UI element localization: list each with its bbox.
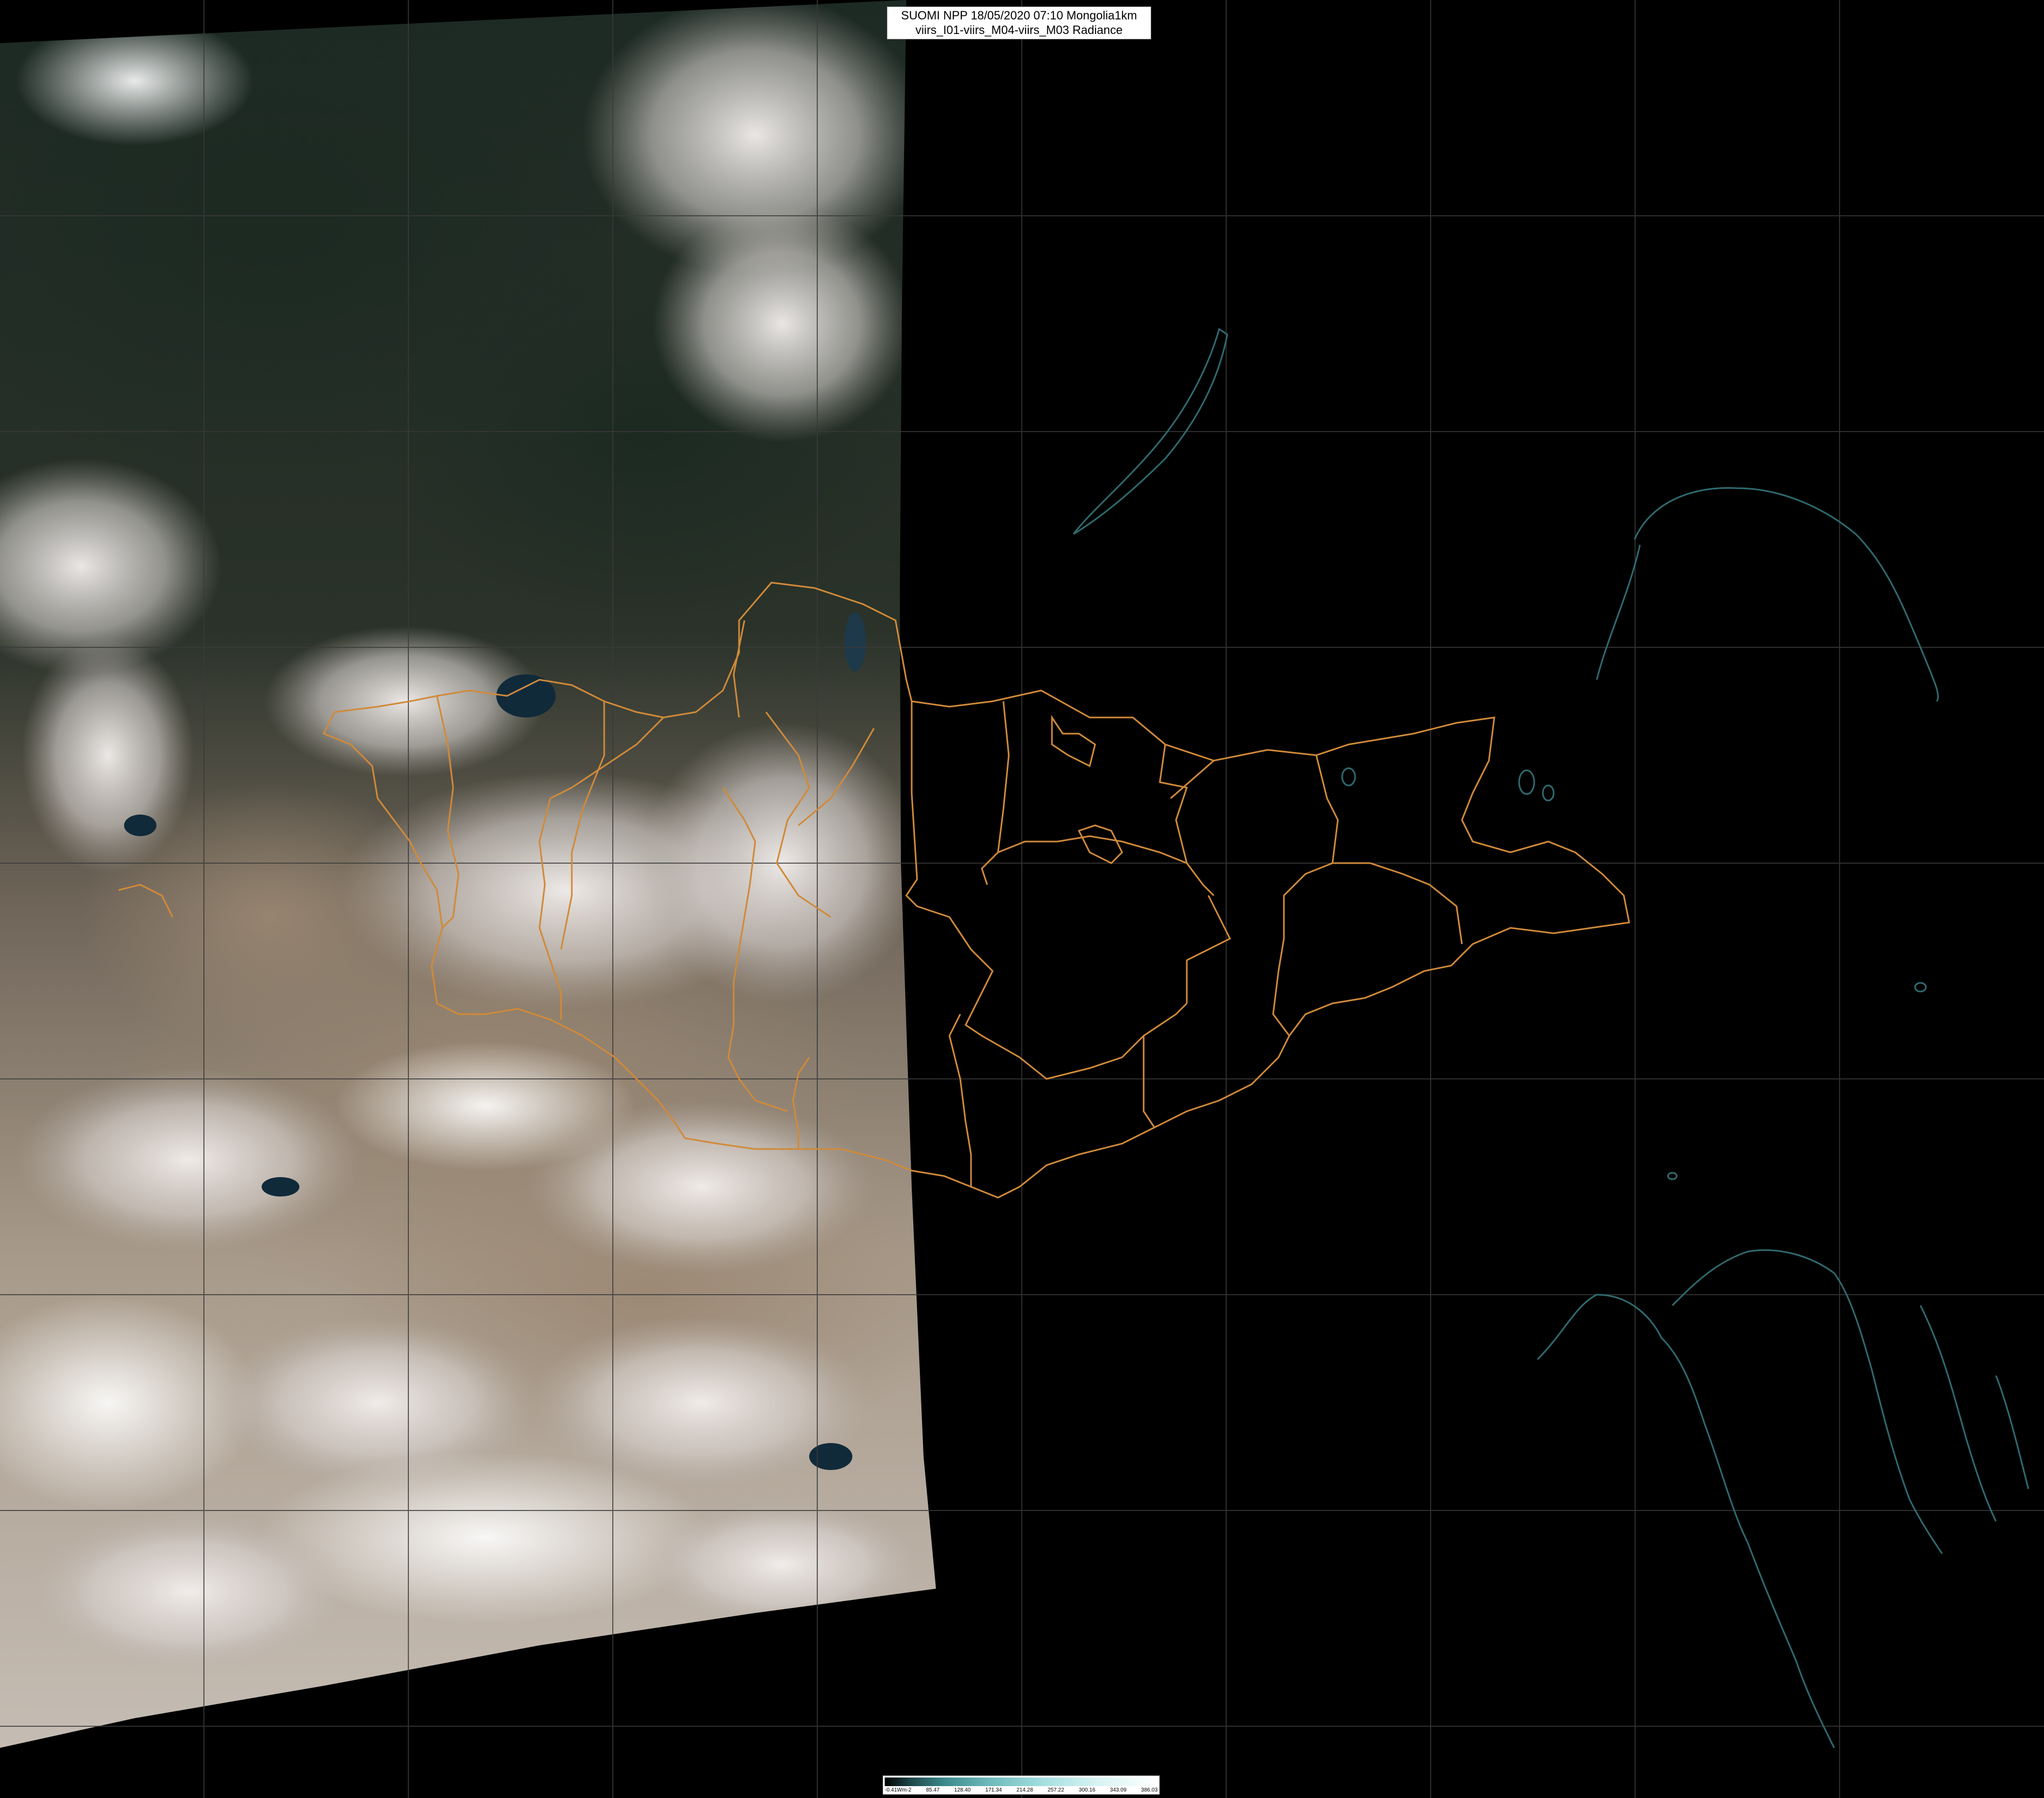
- colorbar-gradient: [885, 1778, 1158, 1786]
- satellite-map: [0, 0, 2044, 1798]
- colorbar-ticks: -0.41Wm-2 85.47 128.40 171.34 214.28 257…: [885, 1787, 1158, 1794]
- colorbar-tick: 128.40: [954, 1787, 971, 1793]
- colorbar-tick: 386.03: [1141, 1787, 1158, 1793]
- colorbar-legend: -0.41Wm-2 85.47 128.40 171.34 214.28 257…: [883, 1775, 1160, 1795]
- colorbar-tick: 214.28: [1016, 1787, 1033, 1793]
- colorbar-tick: 257.22: [1048, 1787, 1064, 1793]
- colorbar-tick: -0.41Wm-2: [885, 1787, 912, 1793]
- title-line-2: viirs_I01-viirs_M04-viirs_M03 Radiance: [915, 23, 1123, 37]
- colorbar-tick: 343.09: [1110, 1787, 1127, 1793]
- colorbar-tick: 300.16: [1078, 1787, 1096, 1793]
- satellite-swath: [0, 0, 936, 1748]
- title-line-1: SUOMI NPP 18/05/2020 07:10 Mongolia1km: [901, 9, 1137, 22]
- colorbar-tick: 85.47: [926, 1787, 940, 1793]
- image-title: SUOMI NPP 18/05/2020 07:10 Mongolia1km v…: [887, 6, 1151, 39]
- colorbar-tick: 171.34: [985, 1787, 1002, 1793]
